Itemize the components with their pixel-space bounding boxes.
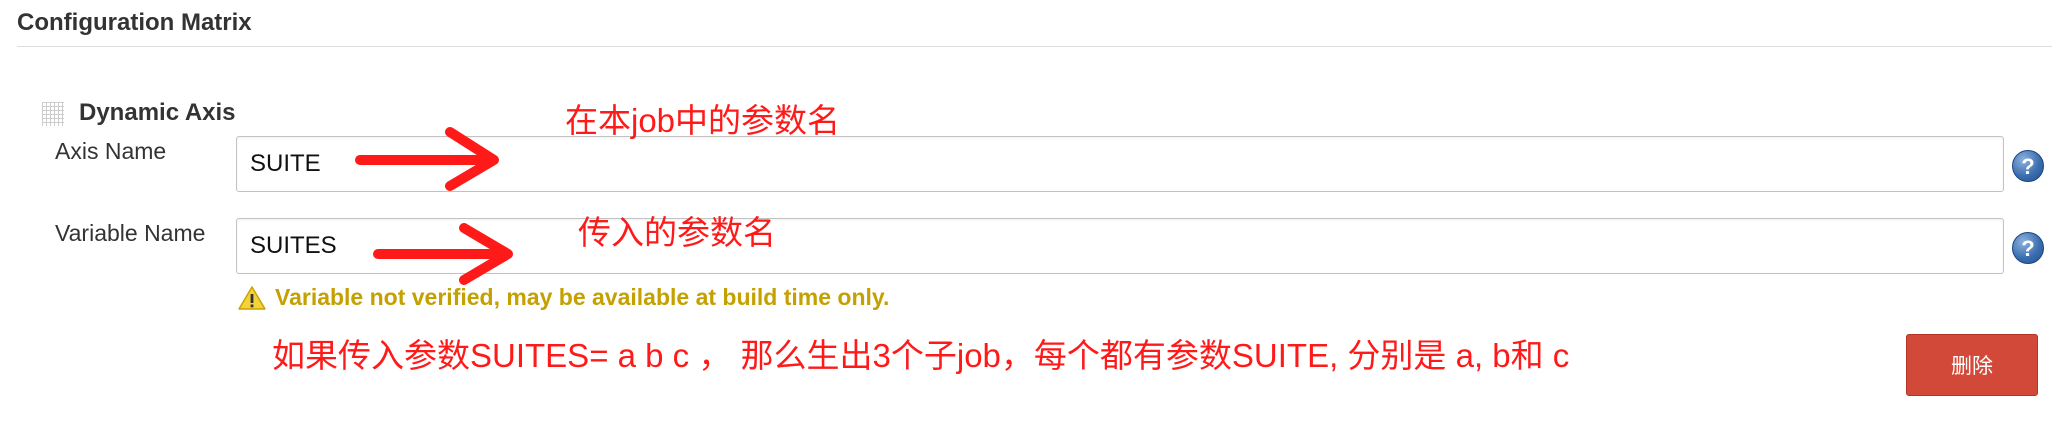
drag-handle-icon[interactable] bbox=[42, 102, 64, 126]
axis-name-label: Axis Name bbox=[55, 138, 167, 164]
section-divider bbox=[17, 46, 2052, 47]
delete-button[interactable]: 删除 bbox=[1906, 334, 2038, 396]
annotation-axis-name: 在本job中的参数名 bbox=[565, 102, 841, 139]
axis-heading: Dynamic Axis bbox=[79, 99, 236, 126]
annotation-explanation: 如果传入参数SUITES= a b c ， 那么生出3个子job，每个都有参数S… bbox=[272, 337, 1570, 374]
variable-name-help-icon[interactable]: ? bbox=[2012, 232, 2044, 264]
axis-name-help-icon[interactable]: ? bbox=[2012, 150, 2044, 182]
section-title: Configuration Matrix bbox=[17, 9, 252, 36]
red-arrow-icon bbox=[355, 127, 499, 191]
validation-warning: Variable not verified, may be available … bbox=[238, 284, 889, 311]
red-arrow-icon bbox=[373, 223, 513, 285]
warning-icon bbox=[238, 285, 266, 310]
variable-name-label: Variable Name bbox=[55, 220, 206, 246]
warning-text: Variable not verified, may be available … bbox=[275, 284, 890, 310]
annotation-variable-name: 传入的参数名 bbox=[578, 214, 776, 251]
